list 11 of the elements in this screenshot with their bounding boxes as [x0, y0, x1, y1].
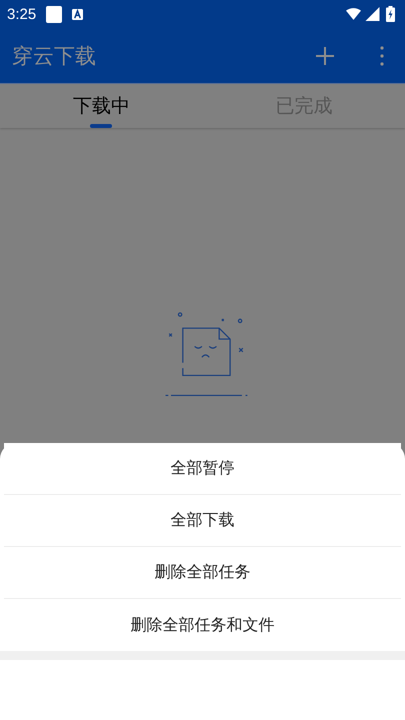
status-time: 3:25	[7, 6, 36, 22]
battery-icon	[386, 6, 395, 22]
notification-icon	[46, 6, 62, 22]
add-icon[interactable]	[316, 46, 334, 64]
more-menu-icon[interactable]	[380, 46, 384, 66]
sheet-action[interactable]: 全部暂停	[4, 443, 401, 495]
notification-icon	[72, 8, 84, 20]
tab[interactable]: 下载中	[0, 84, 202, 128]
app-title: 穿云下载	[12, 42, 96, 70]
signal-icon	[365, 7, 380, 21]
wifi-icon	[346, 7, 361, 21]
